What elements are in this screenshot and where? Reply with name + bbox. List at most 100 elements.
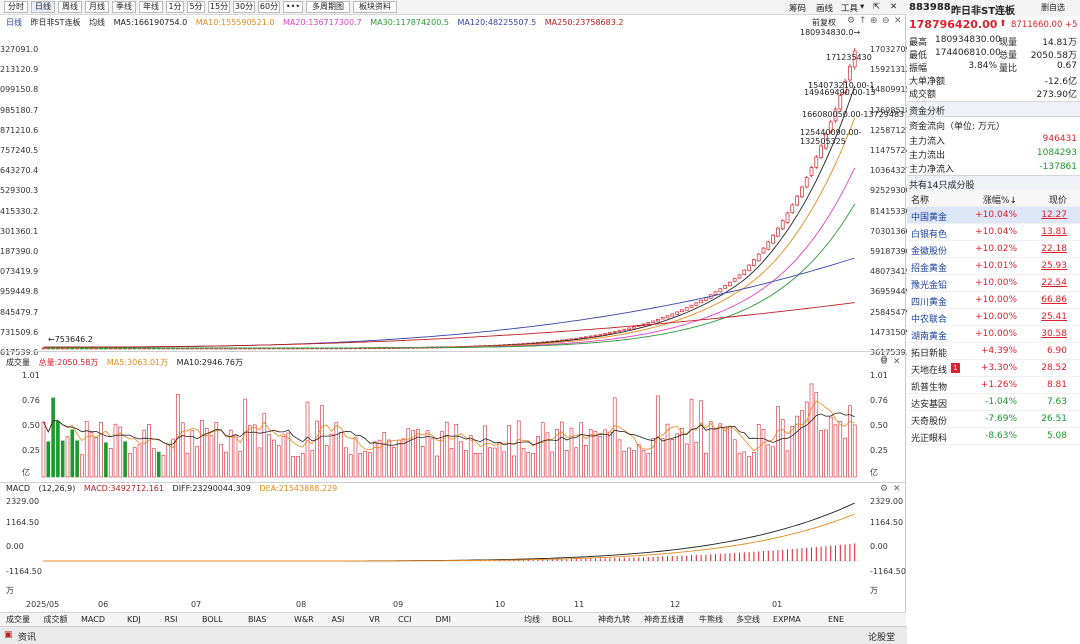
overlay-tab[interactable]: 均线 bbox=[524, 613, 540, 627]
period-button[interactable]: 30分 bbox=[233, 1, 255, 13]
macd-close-icon[interactable]: ✕ bbox=[893, 484, 901, 494]
volume-bar bbox=[51, 397, 55, 478]
close-icon[interactable]: ✕ bbox=[890, 2, 897, 12]
col-name[interactable]: 名称 bbox=[911, 193, 929, 206]
news-icon[interactable]: ▣ bbox=[4, 630, 13, 640]
indicator-tab[interactable]: RSI bbox=[165, 613, 178, 627]
volume-bar bbox=[684, 443, 689, 478]
period-button[interactable]: 5分 bbox=[187, 1, 205, 13]
remove-favorite-button[interactable]: 删自选 bbox=[1041, 2, 1065, 13]
col-change[interactable]: 涨幅%↓ bbox=[955, 193, 1017, 206]
constituent-row[interactable]: 白银有色 +10.04% 13.81 bbox=[907, 224, 1080, 241]
constituent-row[interactable]: 招金黄金 +10.01% 25.93 bbox=[907, 258, 1080, 275]
constituent-row[interactable]: 豫光金铅 +10.00% 22.54 bbox=[907, 275, 1080, 292]
indicator-tab[interactable]: CCI bbox=[398, 613, 412, 627]
constituent-row[interactable]: 四川黄金 +10.00% 66.86 bbox=[907, 292, 1080, 309]
chip-menu[interactable]: 筹码 bbox=[789, 2, 806, 14]
kline-chart[interactable] bbox=[0, 15, 906, 615]
date-tick: 07 bbox=[191, 600, 202, 609]
period-button[interactable]: 季线 bbox=[112, 1, 136, 13]
ma-line bbox=[43, 203, 856, 349]
volume-settings-icon[interactable]: ⚙ bbox=[880, 357, 888, 367]
volume-bar bbox=[406, 428, 411, 478]
constituent-row[interactable]: 光正眼科 -8.63% 5.08 bbox=[907, 428, 1080, 445]
macd-bar bbox=[671, 556, 673, 561]
volume-bar bbox=[483, 425, 487, 478]
constituent-row[interactable]: 湖南黄金 +10.00% 30.58 bbox=[907, 326, 1080, 343]
overlay-tab[interactable]: BOLL bbox=[552, 613, 573, 627]
volume-bar bbox=[291, 456, 295, 478]
constituent-row[interactable]: 中农联合 +10.00% 25.41 bbox=[907, 309, 1080, 326]
price-tick-left: 529300.3 bbox=[0, 186, 39, 196]
constituent-row[interactable]: 天奇股份 -7.69% 26.51 bbox=[907, 411, 1080, 428]
period-button[interactable]: 板块资料 bbox=[353, 1, 397, 13]
constituent-row[interactable]: 达安基因 -1.04% 7.63 bbox=[907, 394, 1080, 411]
macd-bar bbox=[748, 552, 750, 561]
period-button[interactable]: 分时 bbox=[4, 1, 28, 13]
overlay-tab[interactable]: 牛熊线 bbox=[699, 613, 723, 627]
indicator-tab[interactable]: MACD bbox=[81, 613, 105, 627]
indicator-tab[interactable]: KDJ bbox=[127, 613, 141, 627]
period-button[interactable]: 1分 bbox=[166, 1, 184, 13]
tools-menu[interactable]: 工具 bbox=[841, 2, 858, 14]
macd-settings-icon[interactable]: ⚙ bbox=[880, 484, 888, 494]
volume-bar bbox=[219, 444, 223, 478]
indicator-tab[interactable]: VR bbox=[369, 613, 380, 627]
constituent-row[interactable]: 金徽股份 +10.02% 22.18 bbox=[907, 241, 1080, 258]
period-button[interactable]: 15分 bbox=[208, 1, 230, 13]
restore-icon[interactable]: ⇱ bbox=[873, 2, 880, 12]
macd-tick-right: 0.00 bbox=[870, 542, 888, 551]
constituent-name: 拓日新能 bbox=[911, 349, 948, 359]
volume-bar bbox=[142, 429, 147, 478]
volume-bar bbox=[588, 429, 593, 478]
period-button[interactable]: 年线 bbox=[139, 1, 163, 13]
volume-bar bbox=[680, 428, 684, 478]
overlay-tab[interactable]: 神奇九转 bbox=[598, 613, 630, 627]
indicator-tab[interactable]: BOLL bbox=[202, 613, 223, 627]
volume-bar bbox=[339, 431, 343, 478]
indicator-tab[interactable]: W&R bbox=[294, 613, 314, 627]
period-button[interactable]: 月线 bbox=[85, 1, 109, 13]
indicator-tab[interactable]: BIAS bbox=[248, 613, 266, 627]
price-tick-right: 59187390 bbox=[870, 247, 911, 256]
indicator-tab[interactable]: DMI bbox=[436, 613, 451, 627]
overlay-tab[interactable]: 神奇五线谱 bbox=[644, 613, 684, 627]
period-button[interactable]: 周线 bbox=[58, 1, 82, 13]
period-button[interactable]: 日线 bbox=[31, 1, 55, 13]
forum-tab[interactable]: 论股堂 bbox=[868, 630, 895, 643]
volume-close-icon[interactable]: ✕ bbox=[893, 357, 901, 367]
macd-bar bbox=[777, 550, 779, 561]
news-tab[interactable]: 资讯 bbox=[18, 630, 36, 643]
overlay-tab[interactable]: EXPMA bbox=[773, 613, 801, 627]
macd-bar bbox=[811, 547, 812, 561]
period-button[interactable]: 60分 bbox=[258, 1, 280, 13]
constituent-row[interactable]: 中国黄金 +10.04% 12.27 bbox=[907, 207, 1080, 224]
price-tick-left: 073419.9 bbox=[0, 267, 39, 277]
volume-bar bbox=[368, 452, 372, 478]
indicator-tab[interactable]: 成交量 bbox=[6, 613, 30, 627]
constituent-row[interactable]: 凯普生物 +1.26% 8.81 bbox=[907, 377, 1080, 394]
period-button[interactable]: ••• bbox=[283, 1, 303, 13]
volume-bar bbox=[195, 446, 199, 478]
volume-bar bbox=[358, 453, 363, 478]
macd-label[interactable]: MACD bbox=[6, 484, 30, 493]
indicator-tab[interactable]: 成交额 bbox=[44, 613, 68, 627]
volume-bar bbox=[732, 439, 737, 478]
macd-bar bbox=[791, 548, 793, 561]
indicator-tab[interactable]: ASI bbox=[332, 613, 345, 627]
volume-label[interactable]: 成交量 bbox=[6, 358, 30, 367]
constituent-row[interactable]: 拓日新能 +4.39% 6.90 bbox=[907, 343, 1080, 360]
volume-bar bbox=[243, 398, 247, 478]
macd-bar bbox=[647, 556, 649, 561]
tools-dropdown-icon[interactable]: ▾ bbox=[860, 2, 864, 12]
period-button[interactable]: 多周期图 bbox=[306, 1, 350, 13]
index-name: 昨日非ST连板 bbox=[951, 6, 1016, 17]
constituent-row[interactable]: 天地在线 +3.30% 28.52 1 bbox=[907, 360, 1080, 377]
volume-bar bbox=[94, 437, 99, 478]
volume-bar bbox=[161, 455, 166, 478]
overlay-tab[interactable]: 多空线 bbox=[736, 613, 760, 627]
constituent-change: +10.00% bbox=[975, 312, 1017, 322]
overlay-tab[interactable]: ENE bbox=[828, 613, 844, 627]
col-price[interactable]: 现价 bbox=[1037, 193, 1067, 206]
draw-line-menu[interactable]: 画线 bbox=[816, 2, 833, 14]
